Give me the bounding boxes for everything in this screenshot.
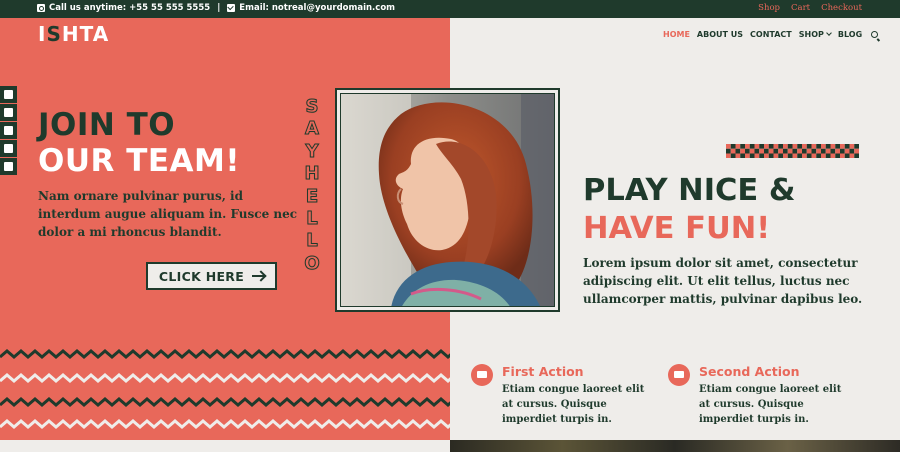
email-text: Email: notreal@yourdomain.com: [239, 3, 396, 13]
youtube-icon[interactable]: [0, 122, 17, 140]
instagram-icon[interactable]: [0, 140, 17, 158]
main-nav: HOME ABOUT US CONTACT SHOP BLOG: [663, 30, 879, 39]
top-links: Shop Cart Checkout: [758, 3, 862, 13]
truck-icon: [668, 364, 690, 386]
twitter-icon[interactable]: [0, 104, 17, 122]
vertical-letter: A: [305, 118, 320, 140]
play-heading-line-1: PLAY NICE &: [583, 173, 796, 208]
zigzag-divider-3: [0, 397, 450, 407]
join-heading-line-1: JOIN TO: [38, 107, 176, 143]
join-heading-line-2: OUR TEAM!: [38, 143, 240, 179]
nav-blog[interactable]: BLOG: [838, 30, 862, 39]
checkout-link[interactable]: Checkout: [821, 3, 862, 13]
megaphone-icon: [471, 364, 493, 386]
hero-photo: [340, 93, 555, 307]
bottom-image-strip: [450, 440, 900, 452]
shop-link[interactable]: Shop: [758, 3, 780, 13]
zigzag-divider-2: [0, 373, 450, 383]
vertical-letter: S: [305, 95, 319, 117]
feature-title: Second Action: [699, 364, 800, 379]
feature-text: Etiam congue laoreet elit at cursus. Qui…: [502, 384, 645, 425]
feature-title: First Action: [502, 364, 584, 379]
nav-shop-label: SHOP: [798, 30, 824, 39]
phone-text: Call us anytime: +55 55 555 5555: [49, 3, 211, 13]
vertical-letter: L: [306, 208, 318, 230]
join-body-text: Nam ornare pulvinar purus, id interdum a…: [38, 189, 298, 239]
click-here-label: CLICK HERE: [158, 268, 245, 284]
contact-info: Call us anytime: +55 55 555 5555 | Email…: [37, 3, 395, 13]
play-heading: PLAY NICE & HAVE FUN!: [583, 172, 796, 248]
phone-icon: [37, 4, 45, 12]
nav-contact[interactable]: CONTACT: [750, 30, 792, 39]
vertical-letter: E: [305, 185, 319, 207]
play-body-text: Lorem ipsum dolor sit amet, consectetur …: [583, 256, 863, 306]
vertical-letter: O: [304, 252, 320, 274]
logo-part-2: S: [46, 22, 62, 46]
vertical-letter: Y: [305, 140, 319, 162]
vertical-letter: L: [306, 230, 318, 252]
arrow-right-icon: [252, 275, 265, 277]
checker-pattern: [726, 144, 859, 158]
separator: |: [217, 3, 221, 13]
top-bar: Call us anytime: +55 55 555 5555 | Email…: [0, 0, 900, 18]
nav-shop[interactable]: SHOP: [798, 30, 832, 39]
vertical-letter: H: [304, 163, 320, 185]
portrait-illustration: [341, 94, 554, 306]
click-here-button[interactable]: CLICK HERE: [146, 262, 277, 290]
hero-photo-frame: [335, 88, 560, 312]
chevron-down-icon: [826, 30, 832, 36]
social-bar: [0, 86, 17, 176]
facebook-icon[interactable]: [0, 86, 17, 104]
feature-text: Etiam congue laoreet elit at cursus. Qui…: [699, 384, 842, 425]
nav-about-us[interactable]: ABOUT US: [697, 30, 743, 39]
zigzag-divider-4: [0, 419, 450, 429]
logo-part-3: HTA: [61, 22, 110, 46]
bottom-strip: [0, 440, 900, 452]
email-icon[interactable]: [0, 158, 17, 176]
search-icon[interactable]: [871, 31, 879, 38]
site-logo[interactable]: ISHTA: [38, 22, 109, 46]
zigzag-divider-1: [0, 349, 450, 359]
nav-home[interactable]: HOME: [663, 30, 690, 39]
join-heading: JOIN TO OUR TEAM!: [38, 107, 240, 179]
play-heading-line-2: HAVE FUN!: [583, 211, 771, 246]
email-icon: [227, 4, 236, 12]
cart-link[interactable]: Cart: [791, 3, 810, 13]
say-hello-vertical-text: S A Y H E L L O: [302, 95, 322, 275]
